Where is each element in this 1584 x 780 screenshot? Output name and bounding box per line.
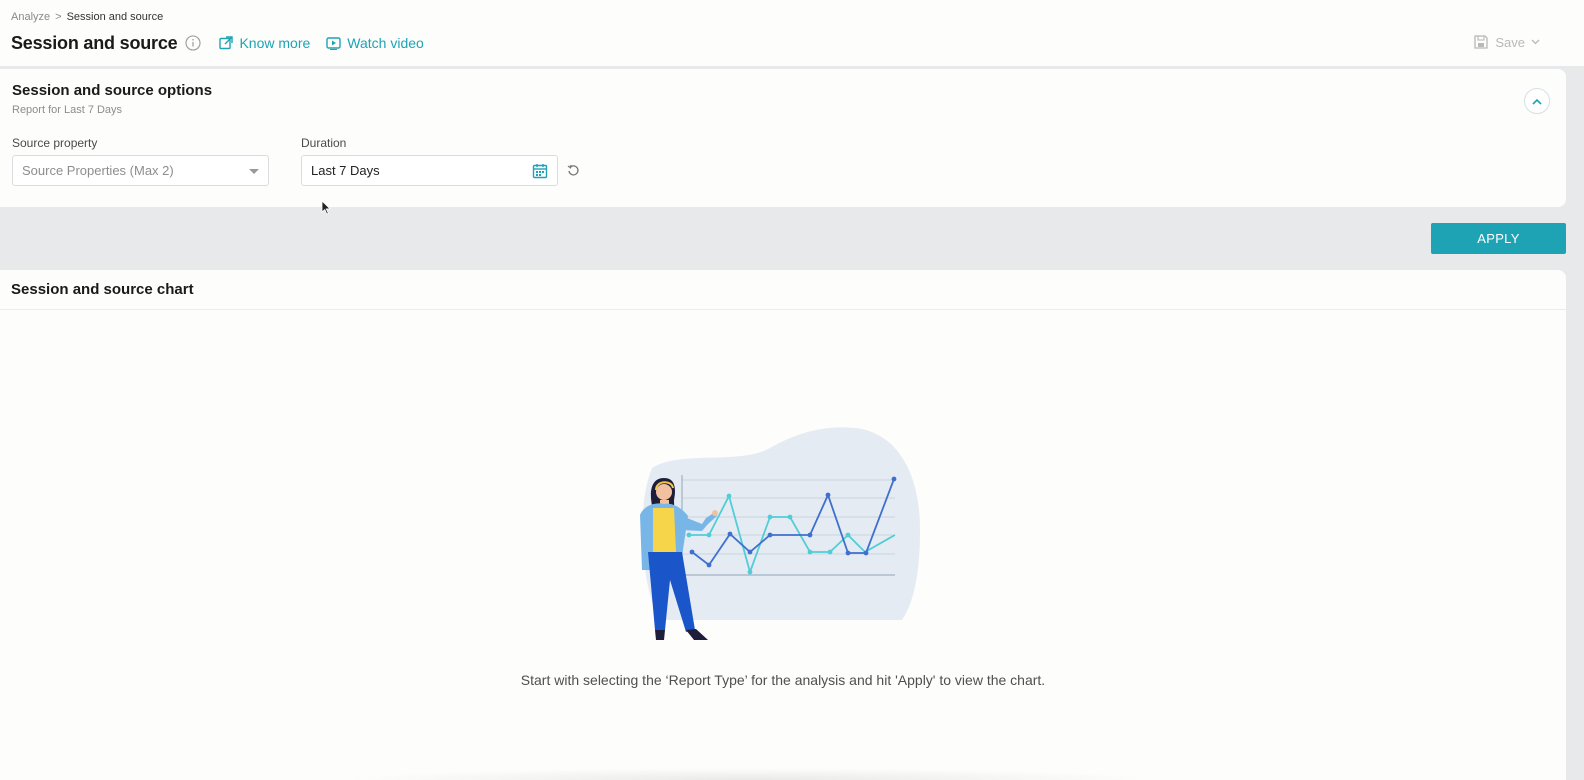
title-row: Session and source Know more Watch video (11, 32, 424, 54)
reset-icon[interactable] (567, 164, 580, 177)
collapse-options-button[interactable] (1524, 88, 1550, 114)
page-title: Session and source (11, 32, 178, 53)
breadcrumb-current: Session and source (66, 11, 164, 23)
breadcrumb-parent[interactable]: Analyze (11, 11, 50, 23)
options-title: Session and source options (12, 82, 213, 99)
duration-picker[interactable]: Last 7 Days (301, 155, 558, 186)
save-button[interactable]: Save (1473, 34, 1540, 50)
options-subtitle: Report for Last 7 Days (12, 104, 123, 116)
save-icon (1474, 35, 1489, 49)
breadcrumb-separator: > (55, 11, 62, 23)
duration-label: Duration (301, 136, 347, 150)
watch-video-link[interactable]: Watch video (326, 35, 424, 51)
chevron-up-icon (1532, 98, 1542, 105)
know-more-label: Know more (239, 35, 311, 51)
chart-panel: Session and source chart Start with sele… (0, 270, 1566, 780)
duration-value: Last 7 Days (311, 163, 380, 178)
watch-video-label: Watch video (347, 35, 424, 51)
empty-state-message: Start with selecting the ‘Report Type’ f… (520, 672, 1046, 688)
dropdown-caret-icon (249, 169, 259, 174)
source-property-placeholder: Source Properties (Max 2) (22, 163, 174, 178)
know-more-link[interactable]: Know more (219, 35, 310, 51)
mouse-cursor-icon (321, 200, 331, 215)
chart-title: Session and source chart (0, 270, 1566, 310)
video-icon (326, 36, 341, 50)
source-property-select[interactable]: Source Properties (Max 2) (12, 155, 269, 186)
external-link-icon (219, 36, 234, 50)
source-property-label: Source property (12, 136, 98, 150)
info-icon[interactable] (185, 35, 202, 51)
calendar-icon[interactable] (532, 163, 548, 179)
save-label: Save (1495, 34, 1525, 50)
breadcrumb: Analyze > Session and source (11, 11, 163, 23)
bottom-shadow (340, 768, 1160, 780)
page-header: Analyze > Session and source Session and… (0, 0, 1584, 66)
empty-chart-illustration (640, 427, 920, 640)
apply-button[interactable]: APPLY (1431, 223, 1566, 254)
chevron-down-icon (1531, 39, 1540, 45)
options-panel: Session and source options Report for La… (0, 69, 1566, 215)
